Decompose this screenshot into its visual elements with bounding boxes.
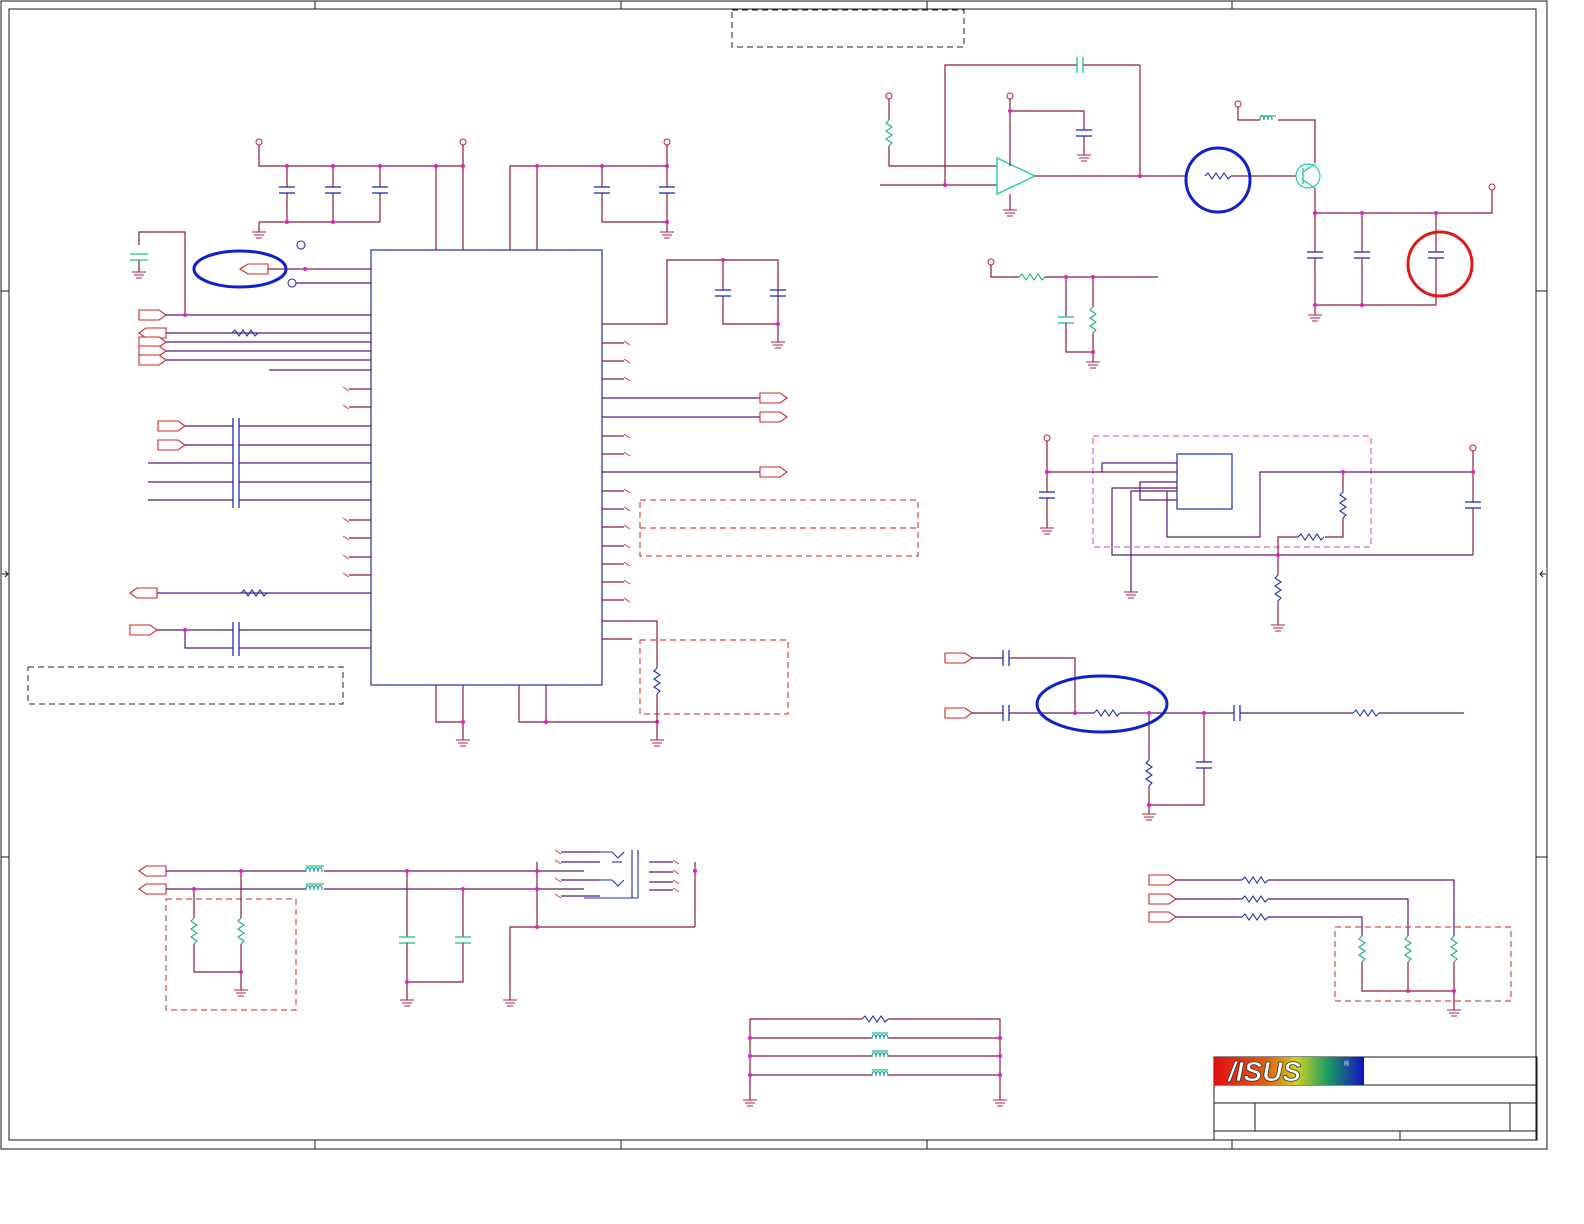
note-box-left [27,666,344,705]
highlight-capacitor-circle [1406,230,1474,298]
divider-section [987,258,1158,362]
highlight-resistor-circle [1184,146,1252,214]
opamp-section [880,57,1296,210]
logo-text: /ISUS [1226,1056,1301,1087]
jack-section [138,849,697,1011]
title-block: /ISUS ® [1213,1056,1538,1141]
logo-registered: ® [1344,1060,1350,1068]
ic-left-nets [129,231,371,656]
transistor-section [1234,100,1496,315]
ic-bottom-grounds [435,685,659,740]
small-ic-section [1039,434,1481,625]
note-box-top [731,9,965,48]
ic-top-decoupling [255,138,675,250]
ic-right-nets [602,258,788,722]
main-ic [370,249,603,686]
sheet-frame [0,0,1548,1150]
termination-section [1148,874,1512,1010]
asus-logo: /ISUS ® [1214,1056,1364,1087]
filter-section [944,650,1464,814]
highlight-filter-ellipse [1035,674,1169,734]
schematic-sheet: /ISUS ® [0,0,1548,1150]
option-box-ic [639,639,789,715]
ground-tie-section [748,1015,1002,1100]
